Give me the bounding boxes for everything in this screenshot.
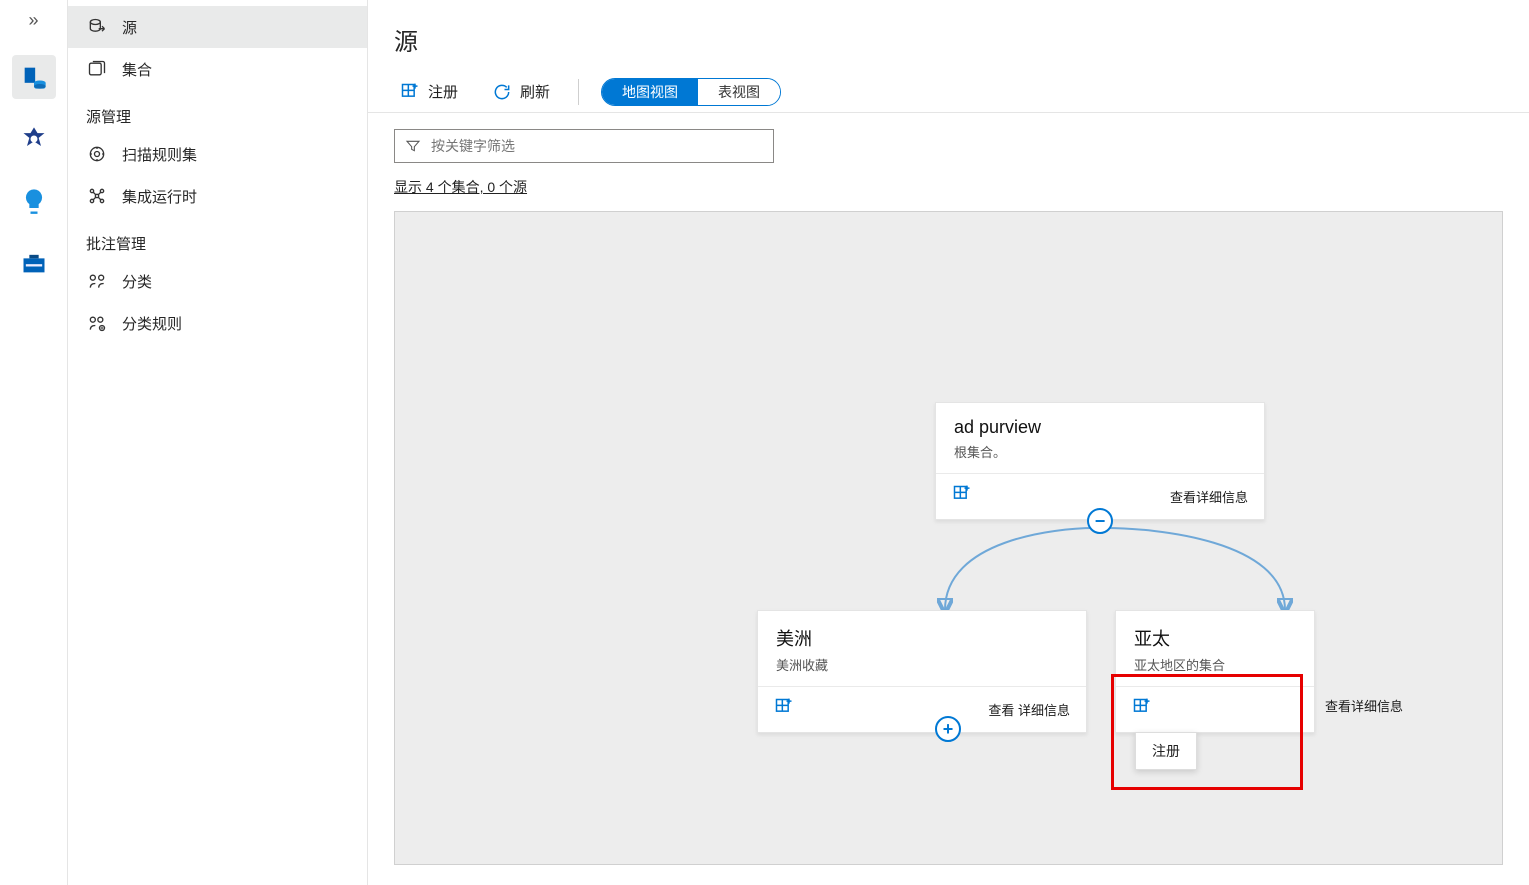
node-register-icon-button[interactable] [952,484,972,509]
catalog-icon [20,125,48,153]
rail-data-sources[interactable] [12,55,56,99]
sidebar-item-collections[interactable]: 集合 [68,48,367,90]
sidebar-item-label: 源 [122,17,137,38]
sidebar-group-source-mgmt: 源管理 [68,90,367,133]
node-title: 亚太 [1134,625,1296,651]
sidebar: 源 集合 源管理 扫描规则集 集成运行时 批注管理 分类 分类规则 [68,0,368,885]
sidebar-item-classification-rules[interactable]: 分类规则 [68,302,367,344]
expand-node-button[interactable]: + [935,716,961,742]
node-americas[interactable]: 美洲 美洲收藏 查看 详细信息 [757,610,1087,733]
node-title: ad purview [954,417,1246,438]
node-details-link[interactable]: 查看 详细信息 [988,700,1070,719]
main-content: 源 注册 刷新 地图视图 表视图 显示 4 个集合, 0 个源 [368,0,1529,885]
page-title: 源 [394,22,1503,57]
sidebar-item-label: 扫描规则集 [122,144,197,165]
results-count[interactable]: 显示 4 个集合, 0 个源 [368,169,1529,205]
toolbar: 注册 刷新 地图视图 表视图 [368,63,1529,113]
toolbar-divider [578,79,579,105]
node-register-icon-button[interactable] [1132,697,1152,722]
node-details-link[interactable]: 查看详细信息 [1170,487,1248,506]
view-toggle: 地图视图 表视图 [601,78,781,106]
register-popup[interactable]: 注册 [1135,732,1197,770]
sidebar-item-label: 分类 [122,271,152,292]
sidebar-item-label: 分类规则 [122,313,182,334]
collection-icon [86,58,108,80]
grid-plus-icon [400,82,420,102]
connector-line-right [1095,520,1295,615]
refresh-button[interactable]: 刷新 [486,77,556,106]
node-title: 美洲 [776,625,1068,651]
sidebar-item-classification[interactable]: 分类 [68,260,367,302]
sidebar-item-scan-rules[interactable]: 扫描规则集 [68,133,367,175]
sidebar-group-annotation-mgmt: 批注管理 [68,217,367,260]
classification-rules-icon [86,312,108,334]
rail-management[interactable] [12,241,56,285]
node-apac[interactable]: 亚太 亚太地区的集合 [1115,610,1315,733]
sidebar-item-label: 集合 [122,59,152,80]
map-canvas[interactable]: ad purview 根集合。 查看详细信息 − 美洲 美洲收藏 查看 详细信息 [394,211,1503,865]
node-subtitle: 亚太地区的集合 [1134,655,1296,674]
node-details-link[interactable]: 查看详细信息 [1325,696,1403,715]
database-icon [20,63,48,91]
lightbulb-icon [20,187,48,215]
table-view-toggle[interactable]: 表视图 [698,79,780,105]
integration-runtime-icon [86,185,108,207]
node-subtitle: 美洲收藏 [776,655,1068,674]
rail-insights[interactable] [12,179,56,223]
rail-catalog[interactable] [12,117,56,161]
node-root[interactable]: ad purview 根集合。 查看详细信息 [935,402,1265,520]
node-subtitle: 根集合。 [954,442,1246,461]
connector-line-left [935,520,1105,615]
sidebar-item-integration-runtime[interactable]: 集成运行时 [68,175,367,217]
filter-input-wrapper[interactable] [394,129,774,163]
expand-rail-button[interactable]: » [28,10,38,31]
collapse-node-button[interactable]: − [1087,508,1113,534]
sidebar-item-sources[interactable]: 源 [68,6,367,48]
source-icon [86,16,108,38]
scan-rules-icon [86,143,108,165]
register-button[interactable]: 注册 [394,77,464,106]
classification-icon [86,270,108,292]
map-view-toggle[interactable]: 地图视图 [602,79,698,105]
filter-icon [405,138,421,154]
toolbox-icon [20,249,48,277]
filter-input[interactable] [431,138,763,154]
icon-rail: » [0,0,68,885]
node-register-icon-button[interactable] [774,697,794,722]
sidebar-item-label: 集成运行时 [122,186,197,207]
refresh-icon [492,82,512,102]
